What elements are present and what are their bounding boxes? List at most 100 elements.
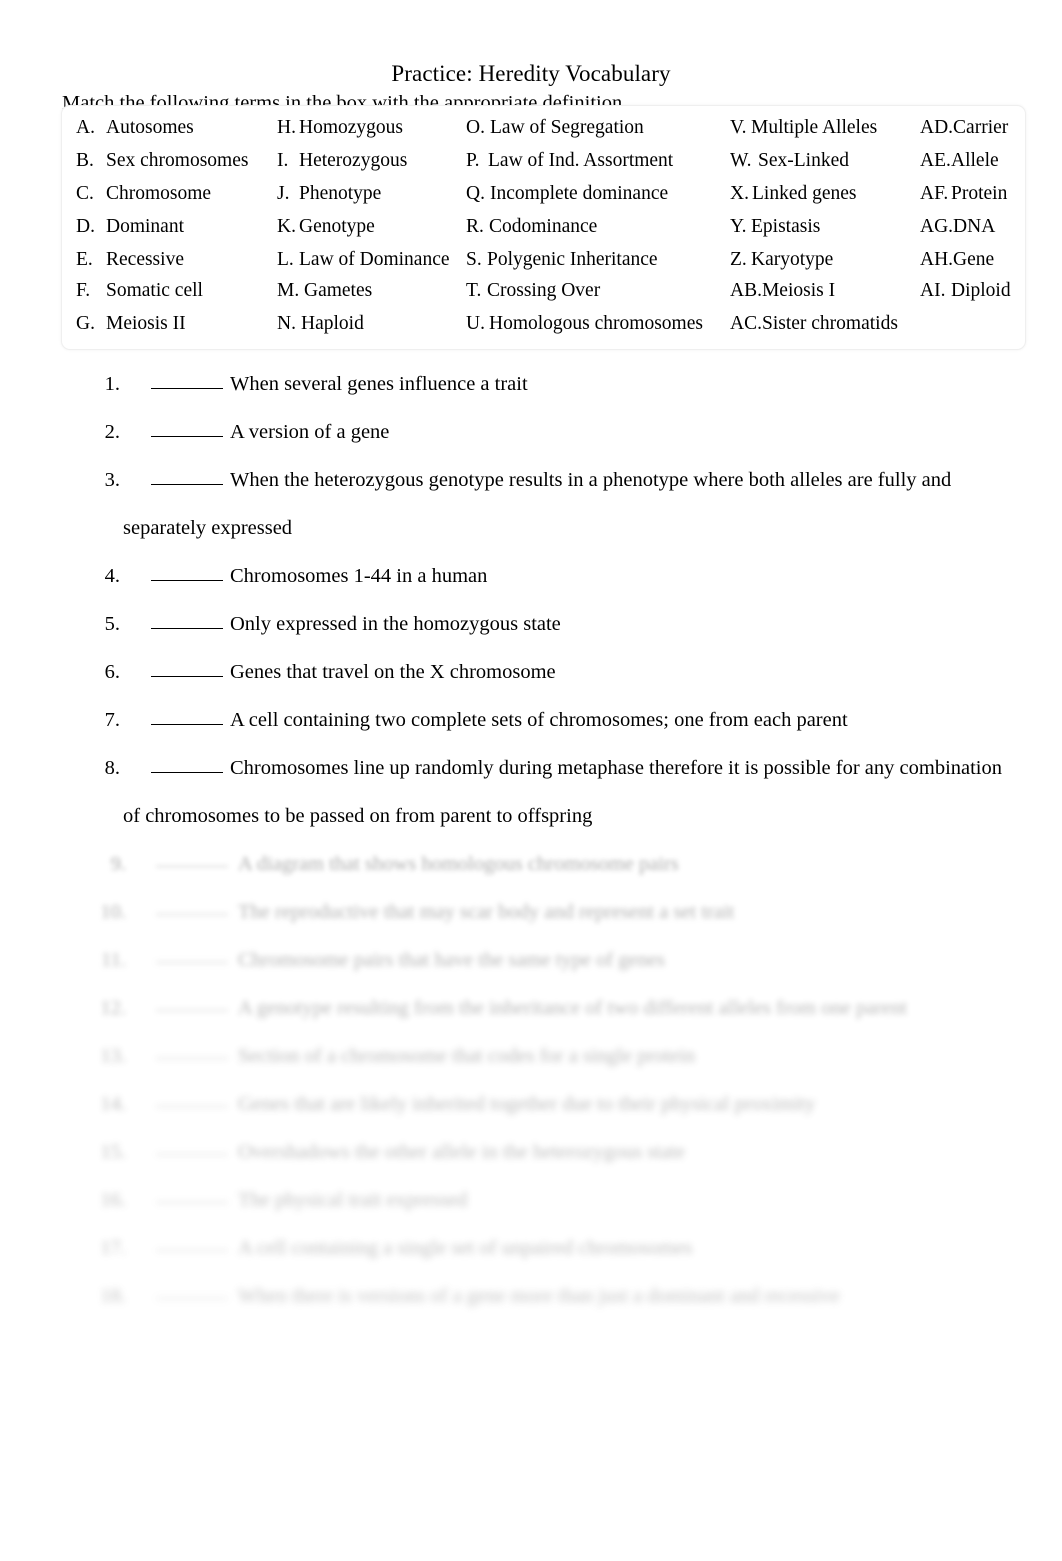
- answer-blank-11[interactable]: [156, 947, 228, 963]
- question-number-11: 11.: [101, 949, 126, 971]
- term-G: G. Meiosis II: [76, 313, 186, 335]
- term-text-Z: Karyotype: [751, 249, 834, 270]
- term-text-L: Law of Dominance: [299, 249, 450, 270]
- term-label-O: O.: [466, 117, 485, 138]
- term-label-L: L.: [277, 249, 294, 270]
- answer-blank-16[interactable]: [156, 1187, 228, 1203]
- terms-word-bank: A. Autosomes B. Sex chromosomes C. Chromoso…: [61, 105, 1026, 350]
- term-label-T: T.: [466, 280, 482, 301]
- term-label-AD: AD.: [920, 117, 954, 138]
- term-AF: AF. Protein: [920, 183, 1007, 205]
- term-label-H: H.: [277, 117, 296, 138]
- term-label-AH: AH.: [920, 249, 954, 270]
- term-label-C: C.: [76, 183, 94, 204]
- term-label-Q: Q.: [466, 183, 485, 204]
- term-P: P. Law of Ind. Assortment: [466, 150, 673, 172]
- term-label-G: G.: [76, 313, 95, 334]
- question-text-15: Overshadows the other allele in the hete…: [238, 1141, 685, 1163]
- answer-blank-8[interactable]: [151, 755, 223, 773]
- term-text-H: Homozygous: [299, 117, 403, 138]
- question-number-3: 3.: [104, 469, 120, 491]
- term-text-X: Linked genes: [752, 183, 857, 204]
- question-text-18: When there is versions of a gene more th…: [238, 1285, 840, 1307]
- term-AG: AG.DNA: [920, 216, 995, 238]
- term-AH: AH.Gene: [920, 249, 994, 271]
- question-13: 13. Section of a chromosome that codes fo…: [96, 1043, 695, 1069]
- answer-blank-1[interactable]: [151, 371, 223, 389]
- term-text-AF: Protein: [951, 183, 1008, 204]
- question-9: 9. A diagram that shows homologous chromo…: [96, 851, 679, 877]
- term-text-AH: Gene: [953, 249, 995, 270]
- term-F: F. Somatic cell: [76, 280, 203, 302]
- term-N: N. Haploid: [277, 313, 364, 335]
- term-O: O. Law of Segregation: [466, 117, 644, 139]
- question-3-continuation: separately expressed: [123, 517, 293, 539]
- term-label-AC: AC.: [730, 313, 762, 334]
- terms-grid: A. Autosomes B. Sex chromosomes C. Chromoso…: [62, 106, 1025, 349]
- term-label-J: J.: [277, 183, 290, 204]
- term-M: M. Gametes: [277, 280, 372, 302]
- term-text-S: Polygenic Inheritance: [487, 249, 658, 270]
- term-X: X. Linked genes: [730, 183, 857, 205]
- question-text-7: A cell containing two complete sets of c…: [230, 709, 848, 731]
- term-label-I: I.: [277, 150, 289, 171]
- question-number-14: 14.: [100, 1093, 126, 1115]
- term-text-G: Meiosis II: [106, 313, 186, 334]
- answer-blank-14[interactable]: [156, 1091, 228, 1107]
- answer-blank-15[interactable]: [156, 1139, 228, 1155]
- term-H: H. Homozygous: [277, 117, 403, 139]
- answer-blank-3[interactable]: [151, 467, 223, 485]
- term-text-K: Genotype: [299, 216, 375, 237]
- term-label-B: B.: [76, 150, 94, 171]
- answer-blank-4[interactable]: [151, 563, 223, 581]
- term-S: S. Polygenic Inheritance: [466, 249, 658, 271]
- term-label-P: P.: [466, 150, 480, 171]
- answer-blank-2[interactable]: [151, 419, 223, 437]
- term-I: I. Heterozygous: [277, 150, 407, 172]
- term-Y: Y. Epistasis: [730, 216, 820, 238]
- term-text-N: Haploid: [301, 313, 364, 334]
- question-number-1: 1.: [104, 373, 120, 395]
- question-number-15: 15.: [100, 1141, 126, 1163]
- term-AD: AD.Carrier: [920, 117, 1008, 139]
- question-number-18: 18.: [100, 1285, 126, 1307]
- question-18: 18. When there is versions of a gene more…: [96, 1283, 840, 1309]
- term-text-W: Sex-Linked: [758, 150, 849, 171]
- answer-blank-17[interactable]: [156, 1235, 228, 1251]
- term-label-E: E.: [76, 249, 93, 270]
- question-text-11: Chromosome pairs that have the same type…: [238, 949, 665, 971]
- question-text-10: The reproductive that may scar body and …: [238, 901, 735, 923]
- term-K: K. Genotype: [277, 216, 375, 238]
- answer-blank-13[interactable]: [156, 1043, 228, 1059]
- question-text-12: A genotype resulting from the inheritanc…: [238, 997, 908, 1019]
- term-label-W: W.: [730, 150, 752, 171]
- question-text-2: A version of a gene: [230, 421, 390, 443]
- answer-blank-18[interactable]: [156, 1283, 228, 1299]
- answer-blank-6[interactable]: [151, 659, 223, 677]
- question-number-5: 5.: [104, 613, 120, 635]
- question-12: 12. A genotype resulting from the inherit…: [96, 995, 907, 1021]
- answer-blank-7[interactable]: [151, 707, 223, 725]
- term-text-AB: Meiosis I: [761, 280, 836, 301]
- answer-blank-12[interactable]: [156, 995, 228, 1011]
- term-label-Z: Z.: [730, 249, 747, 270]
- term-AB: AB.Meiosis I: [730, 280, 835, 302]
- question-text-14: Genes that are likely inherited together…: [238, 1093, 816, 1115]
- answer-blank-5[interactable]: [151, 611, 223, 629]
- question-number-10: 10.: [100, 901, 126, 923]
- answer-blank-10[interactable]: [156, 899, 228, 915]
- question-number-12: 12.: [100, 997, 126, 1019]
- term-label-D: D.: [76, 216, 95, 237]
- term-text-O: Law of Segregation: [490, 117, 644, 138]
- term-text-C: Chromosome: [106, 183, 212, 204]
- term-D: D. Dominant: [76, 216, 184, 238]
- term-text-T: Crossing Over: [487, 280, 601, 301]
- term-T: T. Crossing Over: [466, 280, 600, 302]
- question-number-17: 17.: [100, 1237, 126, 1259]
- term-Z: Z. Karyotype: [730, 249, 833, 271]
- question-16: 16. The physical trait expressed: [96, 1187, 467, 1213]
- term-text-J: Phenotype: [299, 183, 382, 204]
- question-text-4: Chromosomes 1-44 in a human: [230, 565, 488, 587]
- answer-blank-9[interactable]: [156, 851, 228, 867]
- page-title: Practice: Heredity Vocabulary: [391, 61, 671, 86]
